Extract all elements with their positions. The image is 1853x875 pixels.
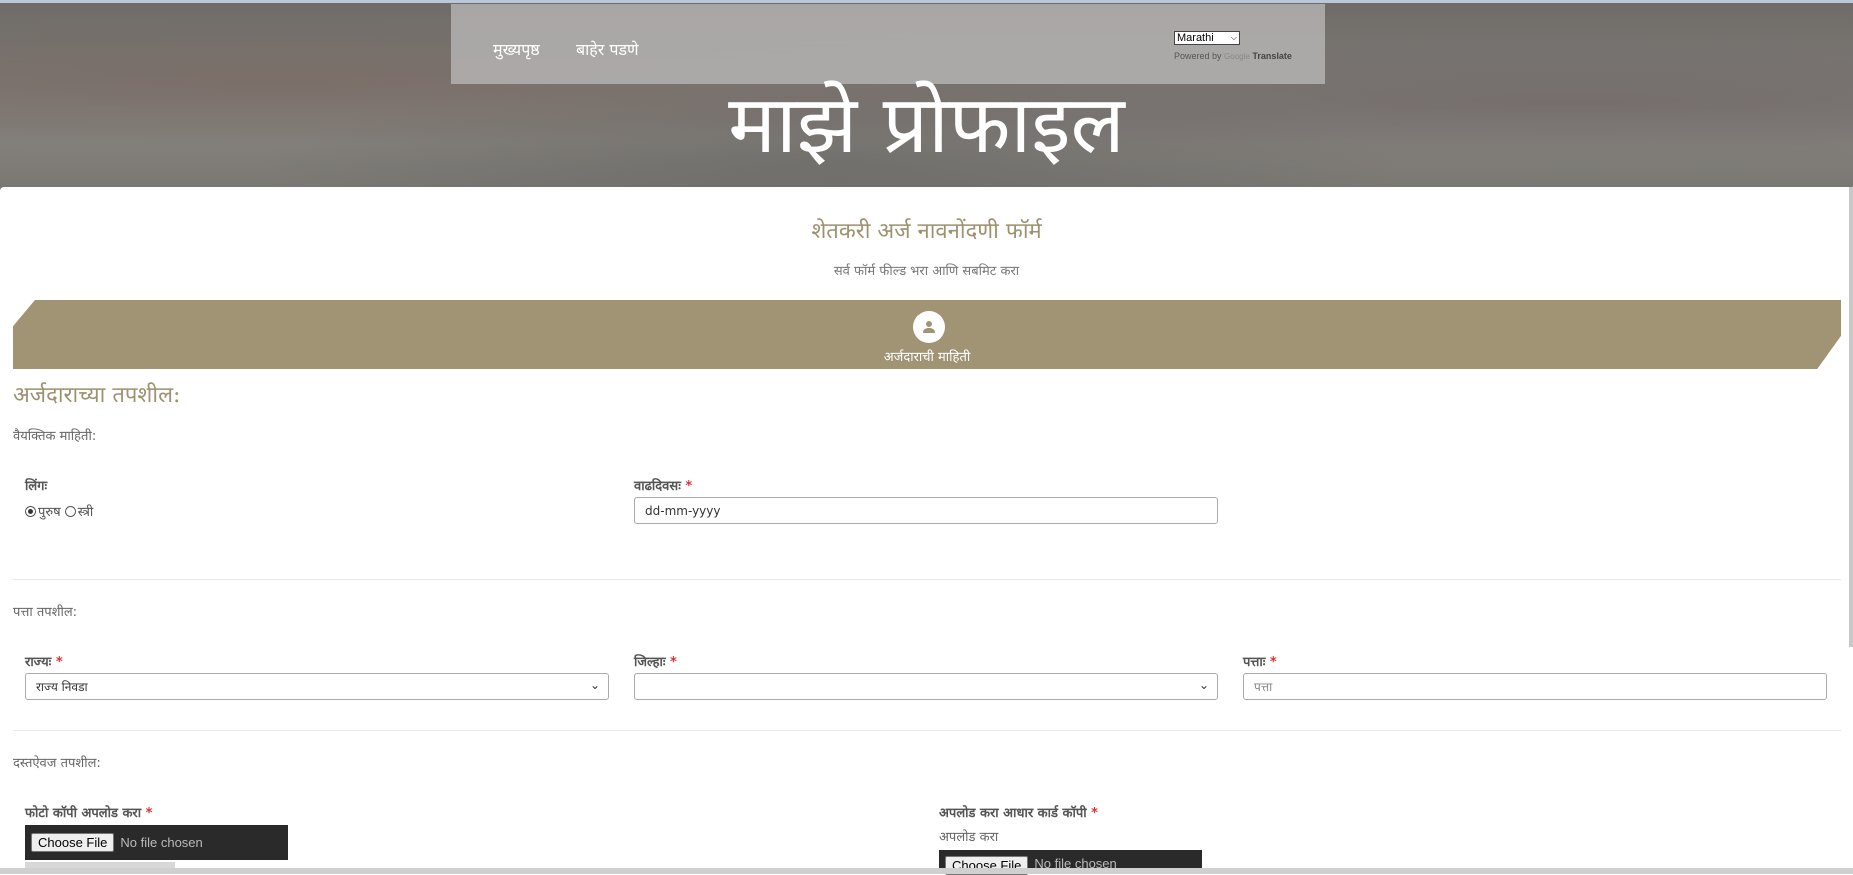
gender-label-text: लिंगः [25, 479, 48, 494]
step-label: अर्जदाराची माहिती [883, 350, 971, 365]
address-details-heading: पत्ता तपशील: [13, 605, 78, 620]
state-label-text: राज्यः [25, 655, 52, 670]
gender-female-radio[interactable] [64, 505, 76, 517]
required-mark: * [145, 806, 153, 821]
gender-radio-group: पुरुष स्त्री [25, 502, 93, 520]
form-subtitle: सर्व फॉर्म फील्ड भरा आणि सबमिट करा [833, 264, 1020, 279]
aadhaar-upload-hint: अपलोड करा [939, 830, 999, 845]
dob-placeholder: dd-mm-yyyy [645, 503, 721, 518]
applicant-details-heading: अर्जदाराच्या तपशील: [13, 383, 181, 408]
page-title: माझे प्रोफाइल [728, 78, 1125, 171]
district-label-text: जिल्हाः [634, 655, 666, 670]
section-divider [13, 730, 1841, 731]
address-label: पत्ताः * [1243, 652, 1277, 670]
aadhaar-upload-label-text: अपलोड करा आधार कार्ड कॉपी [939, 806, 1087, 821]
photo-file-input[interactable]: Choose File No file chosen [25, 825, 288, 860]
nav-home-link[interactable]: मुख्यपृष्ठ [493, 38, 540, 60]
document-details-heading: दस्तऐवज तपशील: [13, 756, 101, 771]
photo-upload-label-text: फोटो कॉपी अपलोड करा [25, 806, 142, 821]
aadhaar-upload-label: अपलोड करा आधार कार्ड कॉपी * [939, 803, 1098, 821]
dob-label-text: वाढदिवसः [634, 479, 681, 494]
horizontal-scrollbar[interactable] [0, 868, 1853, 874]
chevron-down-icon: ⌄ [589, 678, 600, 692]
chevron-down-icon: ⌵ [1230, 33, 1237, 42]
google-logo[interactable]: Google [1224, 52, 1250, 61]
gender-female-label: स्त्री [77, 505, 94, 520]
required-mark: * [1269, 655, 1277, 670]
personal-info-heading: वैयक्तिक माहिती: [13, 429, 97, 444]
state-select-value: राज्य निवडा [36, 680, 88, 694]
form-card [0, 187, 1853, 874]
choose-file-button[interactable]: Choose File [31, 833, 115, 852]
state-label: राज्यः * [25, 652, 63, 670]
language-select[interactable]: Marathi ⌵ [1174, 31, 1240, 45]
required-mark: * [1091, 806, 1098, 821]
gender-label: लिंगः [25, 476, 47, 494]
required-mark: * [55, 655, 63, 670]
address-label-text: पत्ताः [1243, 655, 1266, 670]
photo-upload-label: फोटो कॉपी अपलोड करा * [25, 803, 152, 821]
chevron-down-icon: ⌄ [1198, 678, 1209, 692]
form-title: शेतकरी अर्ज नावनोंदणी फॉर्म [811, 219, 1042, 244]
translate-link[interactable]: Translate [1252, 51, 1292, 61]
gender-male-radio[interactable] [25, 505, 36, 517]
district-label: जिल्हाः * [634, 652, 677, 670]
required-mark: * [685, 479, 693, 494]
vertical-scrollbar[interactable] [1849, 187, 1853, 647]
section-divider [13, 579, 1841, 580]
address-input[interactable]: पत्ता [1243, 673, 1827, 700]
dob-label: वाढदिवसः * [634, 476, 692, 494]
no-file-text: No file chosen [120, 835, 203, 850]
dob-input[interactable]: dd-mm-yyyy [634, 497, 1218, 524]
address-placeholder: पत्ता [1254, 680, 1273, 694]
state-select[interactable]: राज्य निवडा ⌄ [25, 673, 609, 700]
language-select-value: Marathi [1177, 32, 1214, 44]
gender-male-label: पुरुष [38, 505, 61, 520]
powered-by-text: Powered by [1174, 51, 1222, 61]
district-select[interactable]: ⌄ [634, 673, 1218, 700]
google-translate-attribution: Powered by Google Translate [1174, 51, 1292, 61]
user-icon [913, 311, 945, 343]
nav-logout-link[interactable]: बाहेर पडणे [576, 38, 639, 60]
required-mark: * [670, 655, 677, 670]
